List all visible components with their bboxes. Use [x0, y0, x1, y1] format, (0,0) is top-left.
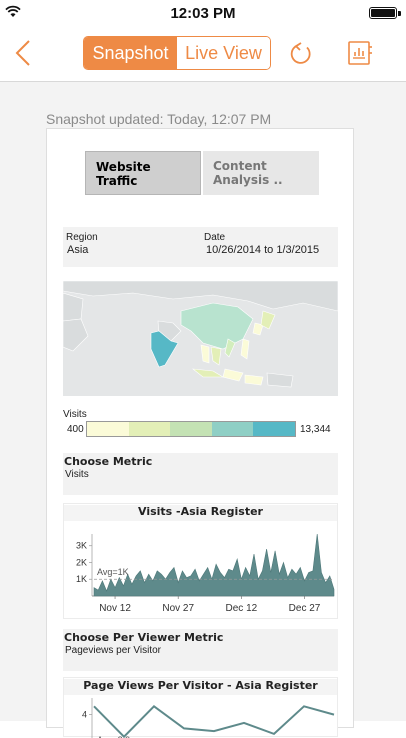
visits-chart-plot: Avg=1K 1K 2K 3K Nov 12 Nov 27 Dec 12 Dec 27 [76, 533, 335, 614]
date-value: 10/26/2014 to 1/3/2015 [206, 244, 320, 256]
asia-visits-map[interactable] [63, 281, 338, 396]
tab-website-traffic[interactable]: Website Traffic [85, 151, 201, 195]
tab-content-analysis[interactable]: Content Analysis .. [203, 151, 319, 195]
legend-swatch [87, 422, 129, 436]
visits-area-series [93, 533, 335, 597]
map-graphic [63, 281, 338, 388]
snapshot-updated-text: Snapshot updated: Today, 12:07 PM [46, 111, 272, 127]
x-tick-label: Nov 27 [162, 603, 194, 614]
choose-per-viewer-metric-title: Choose Per Viewer Metric [64, 631, 224, 644]
y-tick-label: 2K [76, 557, 87, 567]
legend-max: 13,344 [300, 424, 331, 435]
choose-per-viewer-metric-value: Pageviews per Visitor [65, 645, 161, 656]
y-tick-label: 3K [76, 541, 87, 551]
legend-swatch [170, 422, 212, 436]
legend-swatch [128, 422, 171, 436]
content-area[interactable]: Snapshot updated: Today, 12:07 PM Websit… [0, 82, 406, 738]
filter-summary: Region Asia Date 10/26/2014 to 1/3/2015 [63, 227, 338, 267]
pageviews-chart-title: Page Views Per Visitor - Asia Register [64, 679, 337, 695]
report-icon[interactable] [345, 38, 375, 68]
dashboard-card: Website Traffic Content Analysis .. Regi… [46, 128, 354, 738]
legend-swatch [253, 422, 295, 436]
battery-icon [369, 7, 401, 19]
region-value: Asia [67, 244, 89, 256]
status-bar: 12:03 PM [0, 0, 406, 26]
status-time: 12:03 PM [170, 5, 236, 22]
refresh-icon[interactable] [287, 40, 315, 68]
y-tick-label: 4 [82, 710, 87, 720]
y-tick-label: 1K [76, 574, 87, 584]
visits-chart: Visits -Asia Register Avg=1K 1K 2K 3K Nov 12… [63, 503, 338, 619]
legend-color-ramp [86, 421, 296, 437]
choose-metric-title: Choose Metric [64, 455, 153, 468]
average-label: Avg=1K [97, 567, 129, 577]
pageviews-chart-plot: Avg=2.94 [82, 698, 335, 738]
region-label: Region [66, 232, 98, 243]
x-tick-label: Dec 27 [289, 603, 321, 614]
choose-metric-value: Visits [65, 469, 89, 480]
x-tick-label: Dec 12 [226, 603, 258, 614]
legend-title: Visits [63, 409, 87, 420]
snapshot-button[interactable]: Snapshot [84, 37, 177, 69]
view-segmented-control: Snapshot Live View [83, 36, 271, 70]
pageviews-chart: Page Views Per Visitor - Asia Register A… [63, 677, 338, 738]
back-chevron-icon[interactable] [10, 38, 40, 68]
choose-metric-control[interactable]: Choose Metric Visits [63, 453, 338, 495]
x-tick-label: Nov 12 [99, 603, 131, 614]
date-label: Date [204, 232, 226, 243]
legend-swatch [211, 422, 254, 436]
pageviews-line-series [93, 704, 335, 738]
choose-per-viewer-metric-control[interactable]: Choose Per Viewer Metric Pageviews per V… [63, 629, 338, 671]
live-view-button[interactable]: Live View [177, 37, 270, 69]
nav-bar: Snapshot Live View [0, 26, 406, 82]
visits-chart-title: Visits -Asia Register [64, 505, 337, 521]
legend-min: 400 [67, 424, 84, 435]
